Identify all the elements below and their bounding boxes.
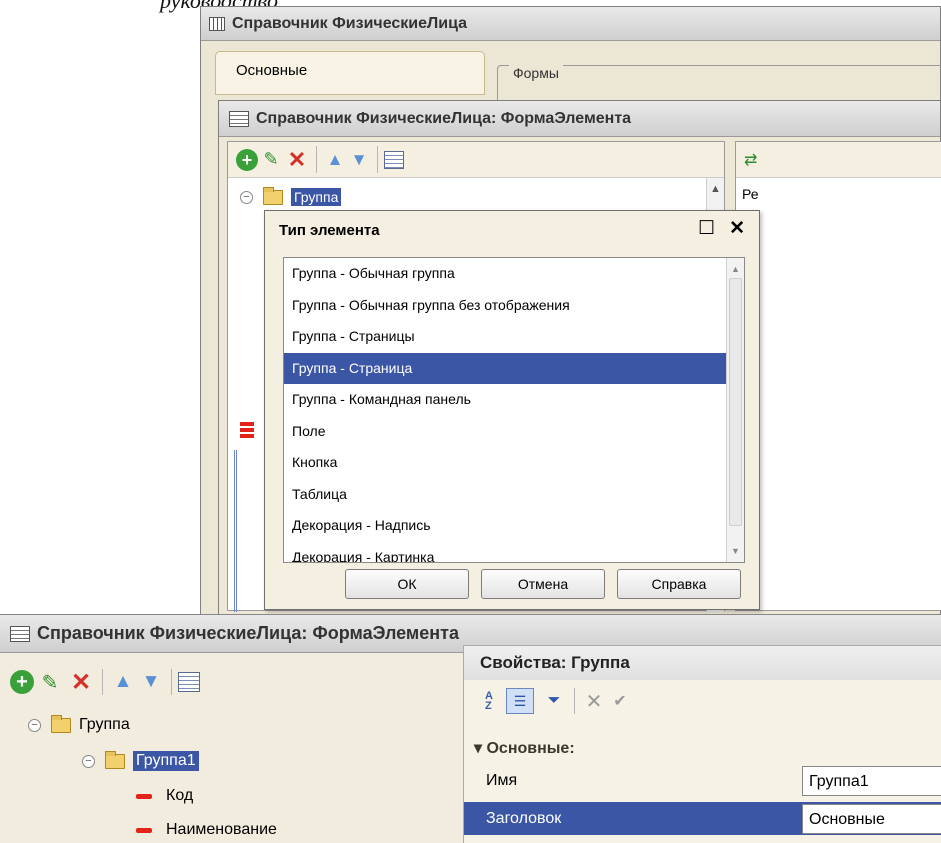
side-toolbar-icon[interactable]: ⇄ [736, 142, 941, 178]
properties-toolbar: AZ ☰ ⏷ ✕ ✔ [476, 684, 633, 718]
properties-title: Свойства: Группа [464, 646, 941, 680]
form-icon [229, 110, 249, 127]
list-item[interactable]: Группа - Командная панель [284, 384, 744, 416]
tab-osnovnye[interactable]: Основные [215, 51, 485, 95]
form-preview-icon[interactable] [384, 150, 404, 169]
clear-icon[interactable]: ✕ [581, 688, 607, 714]
tree-toolbar: + ✎ ✕ ▲ ▼ [228, 142, 724, 178]
catalog-icon [209, 16, 225, 31]
tree-node-code-label: Код [166, 787, 194, 804]
delete-icon[interactable]: ✕ [66, 669, 96, 696]
form-icon [10, 625, 30, 642]
field-icon [136, 827, 152, 833]
folder-icon [105, 750, 125, 769]
tree-node-group[interactable]: − Группа [28, 714, 130, 734]
property-title-value[interactable]: Основные [802, 804, 941, 834]
scroll-up-icon[interactable]: ▲ [727, 260, 744, 278]
move-down-icon[interactable]: ▼ [137, 669, 165, 695]
help-button[interactable]: Справка [617, 569, 741, 599]
list-item[interactable]: Кнопка [284, 447, 744, 479]
property-name-value[interactable]: Группа1 [802, 766, 941, 796]
collapse-icon[interactable]: − [82, 754, 95, 768]
apply-icon[interactable]: ✔ [607, 688, 633, 714]
field-icon [136, 793, 152, 799]
tree-node-group[interactable]: − Группа [240, 186, 342, 206]
list-item[interactable]: Группа - Обычная группа [284, 258, 744, 290]
property-row-name[interactable]: Имя Группа1 [464, 764, 941, 797]
dialog-title: Тип элемента [279, 221, 380, 239]
list-item[interactable]: Группа - Страница [284, 352, 744, 384]
collapse-icon[interactable]: − [240, 190, 253, 204]
filter-icon[interactable]: ⏷ [540, 688, 568, 714]
folder-icon [51, 714, 71, 733]
layout-guide [234, 450, 264, 612]
property-title-label: Заголовок [486, 810, 562, 827]
list-item[interactable]: Декорация - Надпись [284, 510, 744, 542]
section-header[interactable]: ▾ Основные: [474, 738, 575, 758]
element-type-list[interactable]: Группа - Обычная группа Группа - Обычная … [283, 257, 745, 563]
section-label: Основные: [486, 740, 575, 757]
scroll-down-icon[interactable]: ▼ [727, 542, 744, 560]
tree-node-name[interactable]: Наименование [136, 821, 277, 839]
list-item[interactable]: Декорация - Картинка [284, 542, 744, 563]
delete-icon[interactable]: ✕ [284, 147, 310, 172]
list-item[interactable]: Поле [284, 416, 744, 448]
form-preview-icon[interactable] [178, 672, 200, 692]
element-type-dialog: Тип элемента ☐ ✕ Группа - Обычная группа… [264, 210, 760, 610]
properties-side-panel: ⇄ Ре [735, 141, 941, 611]
list-item[interactable]: Группа - Страницы [284, 321, 744, 353]
category-view-icon[interactable]: ☰ [506, 688, 534, 714]
tree-node-code[interactable]: Код [136, 787, 193, 805]
bottom-tree-toolbar: + ✎ ✕ ▲ ▼ [10, 665, 200, 699]
property-name-label: Имя [486, 772, 518, 789]
list-scrollbar[interactable]: ▲ ▼ [726, 258, 744, 562]
catalog-window-title: Справочник ФизическиеЛица [232, 14, 468, 32]
dialog-titlebar[interactable]: Тип элемента [265, 211, 759, 249]
ok-button[interactable]: ОК [345, 569, 469, 599]
collapse-icon[interactable]: − [28, 718, 41, 732]
element-form-title: Справочник ФизическиеЛица: ФормаЭлемента [256, 109, 632, 127]
maximize-icon[interactable]: ☐ [698, 219, 715, 239]
move-up-icon[interactable]: ▲ [109, 669, 137, 695]
list-item[interactable]: Группа - Обычная группа без отображения [284, 290, 744, 322]
list-rows: Группа - Обычная группа Группа - Обычная … [284, 258, 744, 563]
tree-node-group-label: Группа [291, 188, 342, 206]
folder-icon [263, 186, 283, 205]
list-item[interactable]: Таблица [284, 479, 744, 511]
property-row-title[interactable]: Заголовок Основные [464, 802, 941, 835]
element-form-titlebar[interactable]: Справочник ФизическиеЛица: ФормаЭлемента [219, 101, 940, 137]
tree-node-group1-label: Группа1 [133, 751, 199, 771]
sort-alpha-icon[interactable]: AZ [476, 688, 502, 714]
tree-node-name-label: Наименование [166, 821, 277, 838]
edit-icon[interactable]: ✎ [258, 148, 284, 172]
forms-group-label: Формы [509, 65, 563, 81]
tree-node-group-label: Группа [79, 716, 130, 733]
catalog-window-titlebar[interactable]: Справочник ФизическиеЛица [201, 7, 940, 41]
edit-icon[interactable]: ✎ [34, 669, 66, 695]
command-bar-icon [240, 422, 254, 440]
move-down-icon[interactable]: ▼ [347, 148, 371, 172]
close-icon[interactable]: ✕ [729, 219, 745, 239]
scroll-thumb[interactable] [729, 278, 742, 526]
section-expand-icon[interactable]: ▾ [474, 740, 482, 757]
add-icon[interactable]: + [236, 148, 258, 171]
properties-panel: Свойства: Группа AZ ☰ ⏷ ✕ ✔ ▾ Основные: … [463, 645, 941, 843]
add-icon[interactable]: + [10, 670, 34, 694]
bottom-form-title: Справочник ФизическиеЛица: ФормаЭлемента [37, 623, 459, 643]
move-up-icon[interactable]: ▲ [323, 148, 347, 172]
side-panel-text: Ре [742, 186, 759, 202]
scroll-up-icon[interactable]: ▲ [707, 180, 724, 198]
cancel-button[interactable]: Отмена [481, 569, 605, 599]
tree-node-group1[interactable]: − Группа1 [82, 750, 199, 771]
